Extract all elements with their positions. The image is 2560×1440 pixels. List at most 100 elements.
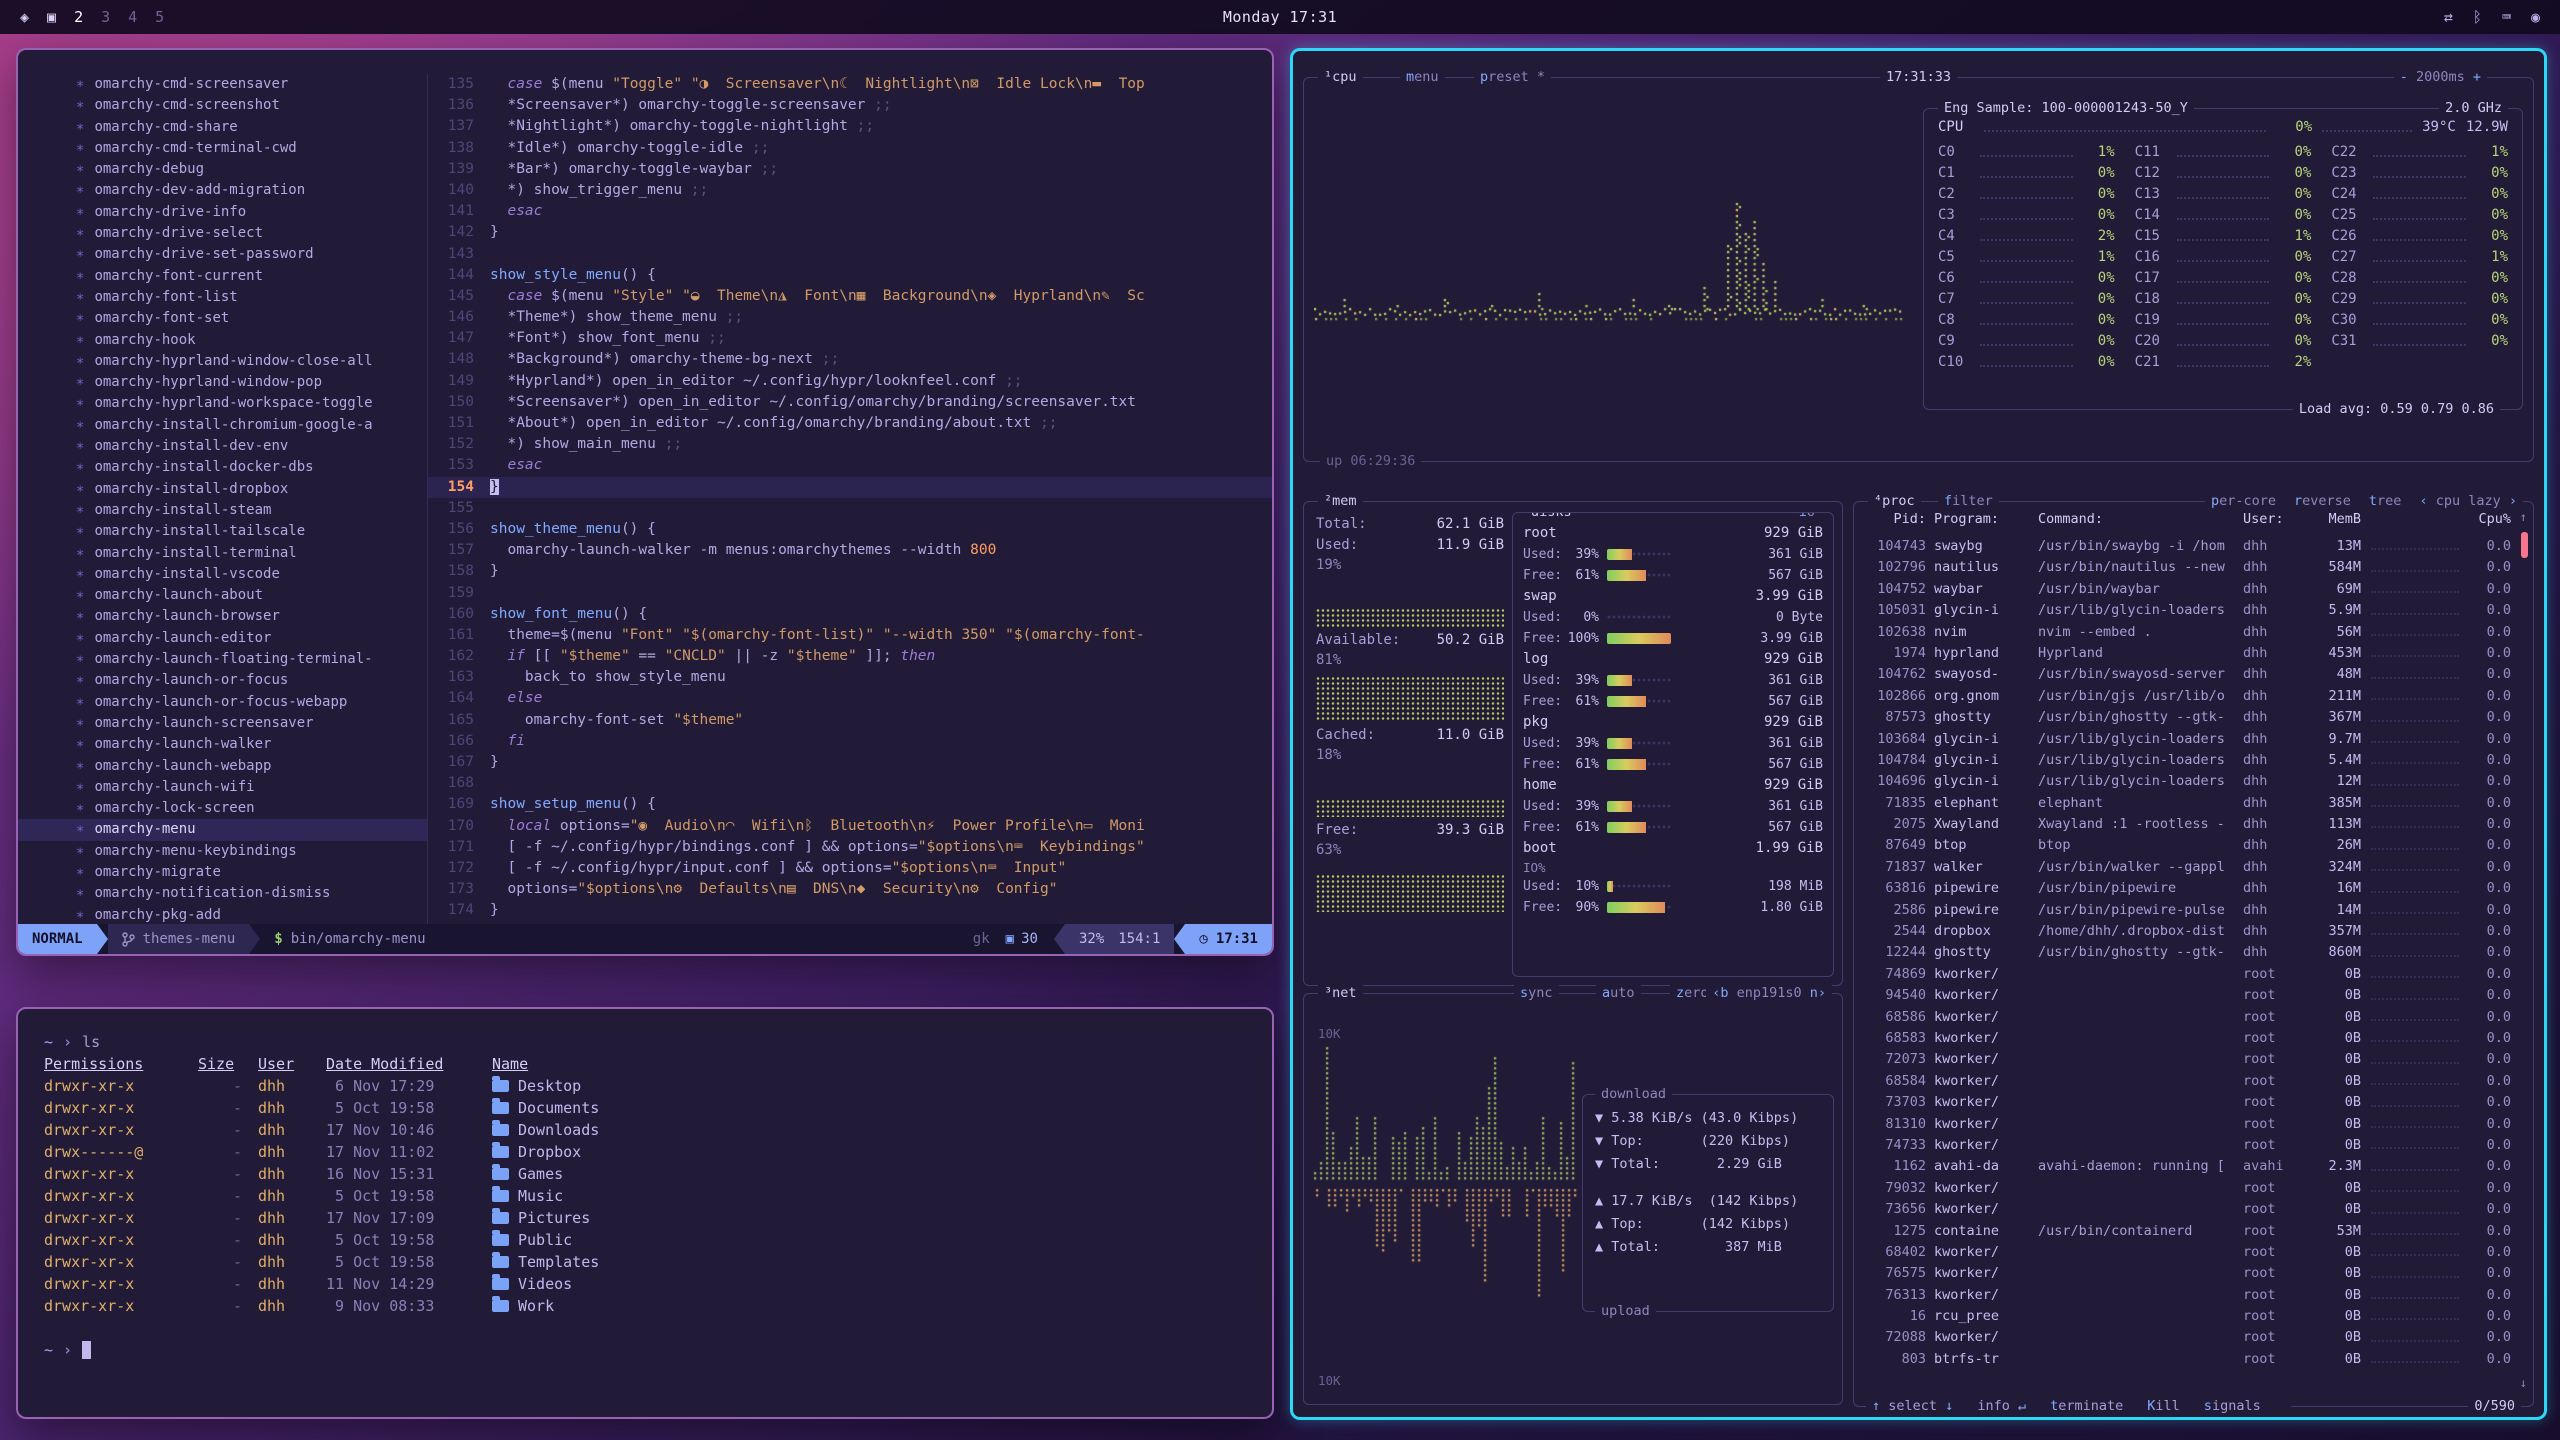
file-tree-item[interactable]: ∗omarchy-launch-or-focus-webapp [18,692,427,713]
code-editor[interactable]: 135 case $(menu "Toggle" "◑ Screensaver\… [428,74,1272,924]
filter-button[interactable]: filter [1938,492,1999,511]
file-tree-item[interactable]: ∗omarchy-hook [18,330,427,351]
file-tree-item[interactable]: ∗omarchy-menu-keybindings [18,841,427,862]
line-number: 147 [428,328,474,349]
mem-percent: 18% [1316,746,1504,765]
core-row: C01% [1938,141,2115,162]
file-tree-item[interactable]: ∗omarchy-menu [18,819,427,840]
proc-option-per-core[interactable]: per-core [2211,492,2276,511]
screencast-icon[interactable]: ⇄ [2444,8,2453,26]
file-tree-item[interactable]: ∗omarchy-font-list [18,287,427,308]
workspace-5[interactable]: 5 [155,8,164,26]
file-tree-item[interactable]: ∗omarchy-drive-select [18,223,427,244]
net-sync-button[interactable]: sync [1514,984,1559,1003]
proc-footer-hint[interactable]: ↑ select ↓ [1872,1397,1953,1416]
file-tree-item[interactable]: ∗omarchy-launch-editor [18,628,427,649]
file-tree-item[interactable]: ∗omarchy-hyprland-window-pop [18,372,427,393]
file-tree-item[interactable]: ∗omarchy-hyprland-window-close-all [18,351,427,372]
scroll-down-icon[interactable]: ↓ [2520,1376,2527,1390]
power-icon[interactable]: ◉ [2531,8,2540,26]
scroll-up-icon[interactable]: ↑ [2520,510,2527,524]
file-tree-item[interactable]: ∗omarchy-launch-browser [18,606,427,627]
file-tree-item[interactable]: ∗omarchy-cmd-screenshot [18,95,427,116]
line-number: 144 [428,265,474,286]
file-tree-item[interactable]: ∗omarchy-install-terminal [18,543,427,564]
menu-button[interactable]: menu [1400,68,1445,87]
file-icon: ∗ [76,819,84,840]
file-tree-item[interactable]: ∗omarchy-font-set [18,308,427,329]
file-tree-item[interactable]: ∗omarchy-install-dropbox [18,479,427,500]
file-tree-item[interactable]: ∗omarchy-launch-webapp [18,756,427,777]
disk-meter [1607,801,1671,812]
keyboard-icon[interactable]: ⌨ [2502,8,2511,26]
tab-mem[interactable]: ²mem [1318,492,1363,511]
file-tree-item[interactable]: ∗omarchy-pkg-add [18,905,427,924]
proc-footer-hint[interactable]: info ↵ [1977,1397,2026,1416]
file-tree-item[interactable]: ∗omarchy-install-docker-dbs [18,457,427,478]
file-tree-item[interactable]: ∗omarchy-install-tailscale [18,521,427,542]
file-tree-item[interactable]: ∗omarchy-launch-wifi [18,777,427,798]
file-icon: ∗ [76,180,84,201]
file-tree-item[interactable]: ∗omarchy-install-chromium-google-a [18,415,427,436]
file-tree-item[interactable]: ∗omarchy-install-steam [18,500,427,521]
code-line: 161 theme=$(menu "Font" "$(omarchy-font-… [428,625,1272,646]
workspace-2[interactable]: 2 [74,8,83,26]
tab-net[interactable]: ³net [1318,984,1363,1003]
file-tree-item[interactable]: ∗omarchy-cmd-share [18,117,427,138]
terminal-window[interactable]: ~ › ls PermissionsSizeUserDate ModifiedN… [16,1007,1274,1419]
file-tree-item[interactable]: ∗omarchy-drive-info [18,202,427,223]
proc-mode-selector[interactable]: ‹ cpu lazy › [2419,492,2517,511]
net-info-box: download ▼ 5.38 KiB/s (43.0 Kibps) ▼ Top… [1582,1094,1834,1312]
workspace-3[interactable]: 3 [101,8,110,26]
file-tree-item[interactable]: ∗omarchy-launch-floating-terminal- [18,649,427,670]
window-icon[interactable]: ▣ [47,8,56,26]
net-auto-button[interactable]: auto [1596,984,1641,1003]
file-tree-item[interactable]: ∗omarchy-font-current [18,266,427,287]
file-tree-item[interactable]: ∗omarchy-launch-about [18,585,427,606]
launcher-icon[interactable]: ◈ [20,8,29,26]
preset-button[interactable]: preset * [1474,68,1551,87]
cpu-history-dots [2371,850,2459,871]
core-row: C300% [2331,309,2508,330]
file-icon: ∗ [76,351,84,372]
proc-footer-hint[interactable]: Kill [2147,1397,2180,1416]
cpu-history-dots [2371,700,2459,721]
line-number: 143 [428,244,474,265]
proc-footer-hint[interactable]: signals [2204,1397,2261,1416]
proc-option-tree[interactable]: tree [2369,492,2402,511]
file-tree-item[interactable]: ∗omarchy-cmd-terminal-cwd [18,138,427,159]
tab-cpu[interactable]: ¹cpu [1318,68,1363,87]
core-column: C110%C120%C130%C140%C151%C160%C170%C180%… [2135,141,2312,372]
workspace-4[interactable]: 4 [128,8,137,26]
bluetooth-icon[interactable]: ᛒ [2473,8,2482,26]
update-interval[interactable]: - 2000ms + [2394,68,2487,87]
file-tree-item[interactable]: ∗omarchy-launch-walker [18,734,427,755]
line-number: 156 [428,519,474,540]
code-line: 168 [428,773,1272,794]
tab-proc[interactable]: ⁴proc [1868,492,1921,511]
net-interface[interactable]: ‹b enp191s0 n› [1706,984,1832,1003]
file-tree-item[interactable]: ∗omarchy-install-vscode [18,564,427,585]
cpu-history-dots [2371,828,2459,849]
file-tree-item[interactable]: ∗omarchy-cmd-screensaver [18,74,427,95]
proc-option-reverse[interactable]: reverse [2294,492,2351,511]
file-tree-item[interactable]: ∗omarchy-debug [18,159,427,180]
disk-stat: Used:39%361 GiB [1523,796,1823,817]
process-row[interactable]: 803btrfs-trroot0B0.0 [1864,1349,2511,1370]
line-number: 149 [428,371,474,392]
file-tree-item[interactable]: ∗omarchy-migrate [18,862,427,883]
core-column: C01%C10%C20%C30%C42%C51%C60%C70%C80%C90%… [1938,141,2115,372]
file-tree-item[interactable]: ∗omarchy-launch-or-focus [18,670,427,691]
scrollbar-thumb[interactable] [2521,532,2528,558]
file-tree-item[interactable]: ∗omarchy-dev-add-migration [18,180,427,201]
btop-window[interactable]: ¹cpu menu preset * 17:31:33 - 2000ms + u… [1290,48,2547,1420]
proc-footer-hint[interactable]: terminate [2050,1397,2123,1416]
file-tree-item[interactable]: ∗omarchy-lock-screen [18,798,427,819]
file-tree-item[interactable]: ∗omarchy-launch-screensaver [18,713,427,734]
file-tree-item[interactable]: ∗omarchy-notification-dismiss [18,883,427,904]
selection-count: 0/590 [2468,1397,2521,1416]
file-tree-item[interactable]: ∗omarchy-hyprland-workspace-toggle [18,393,427,414]
file-tree-item[interactable]: ∗omarchy-drive-set-password [18,244,427,265]
file-tree-item[interactable]: ∗omarchy-install-dev-env [18,436,427,457]
io-toggle[interactable]: io [1793,512,1821,522]
